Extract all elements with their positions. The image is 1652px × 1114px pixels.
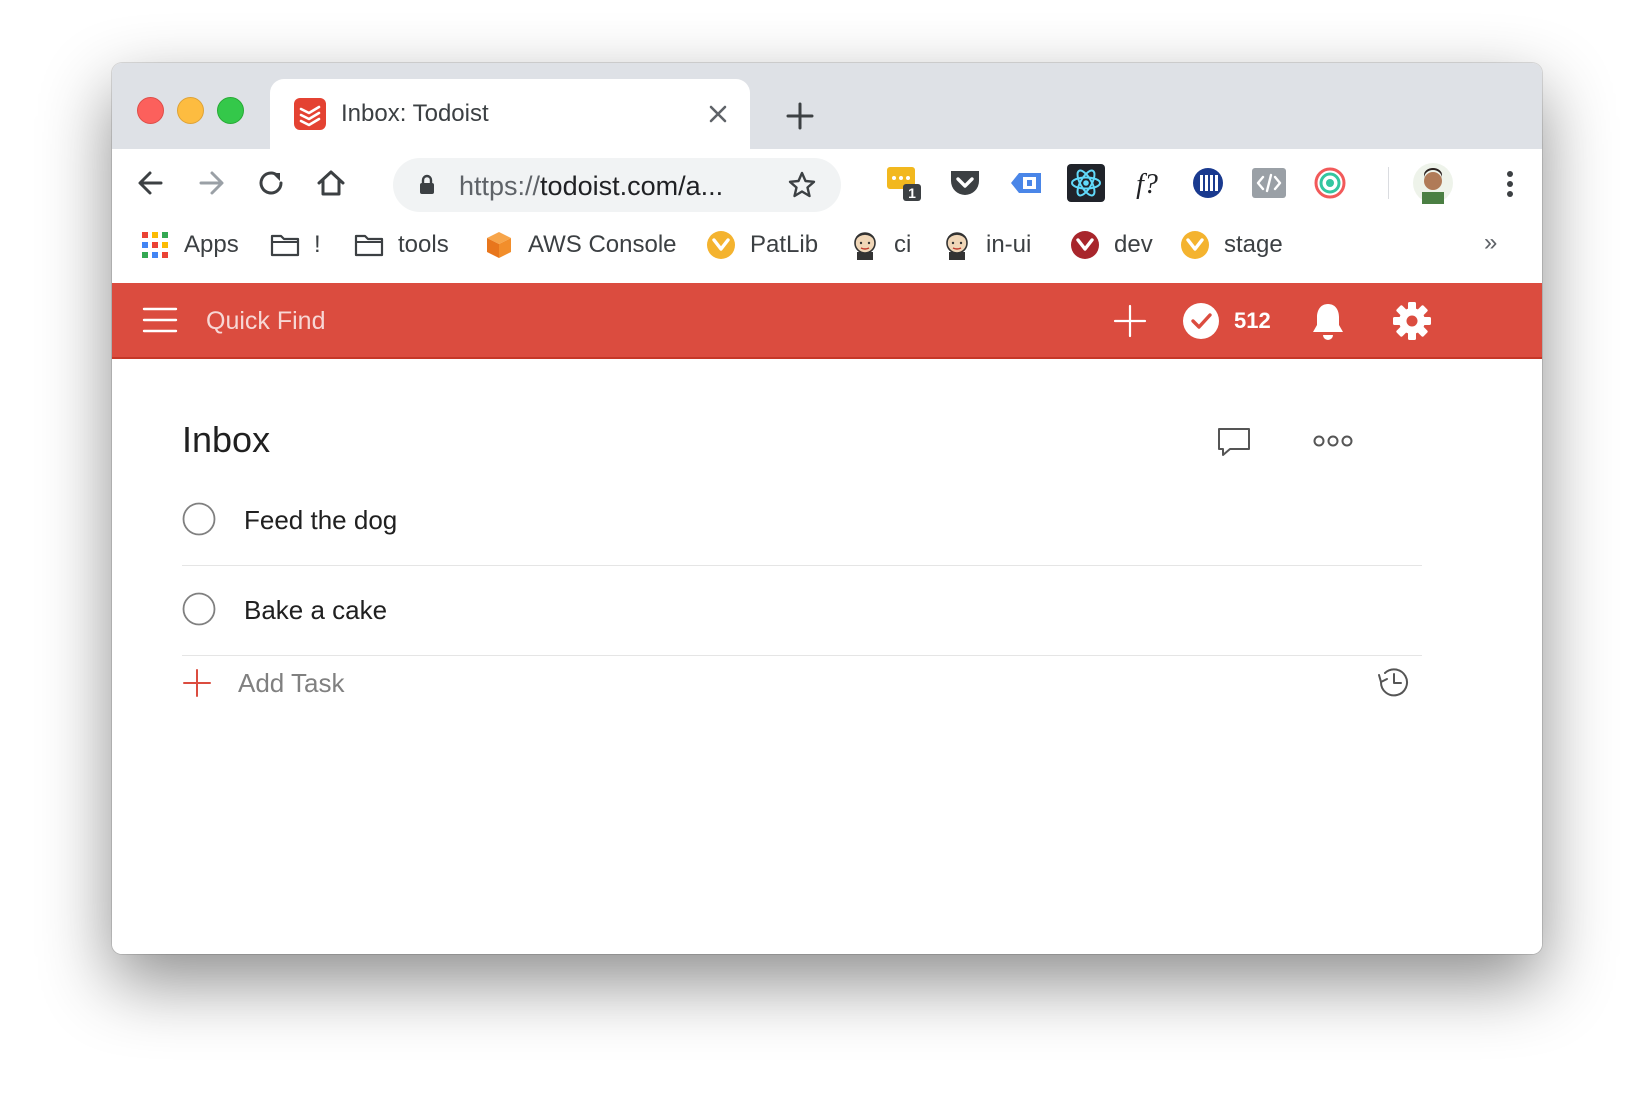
minimize-window-button[interactable] [177, 97, 204, 124]
task-checkbox[interactable] [182, 592, 216, 626]
tab-strip: Inbox: Todoist [112, 63, 1542, 149]
url-text: https://todoist.com/a... [459, 171, 723, 202]
more-actions-icon[interactable] [1312, 429, 1354, 453]
bookmark-folder-tools[interactable]: tools [354, 227, 449, 263]
bookmark-label: Apps [184, 231, 239, 258]
task-checkbox[interactable] [182, 502, 216, 536]
inbox-view: Inbox Feed the dog Bake a cake Add Task [112, 359, 1542, 954]
browser-menu-icon[interactable] [1492, 166, 1528, 202]
stripes-extension-icon[interactable] [1189, 164, 1227, 202]
apps-grid-icon [140, 230, 170, 260]
add-task-plus-icon[interactable] [1112, 303, 1148, 339]
close-window-button[interactable] [137, 97, 164, 124]
app-top-bar: Quick Find 512 [112, 283, 1542, 359]
bookmark-aws-console[interactable]: AWS Console [484, 227, 677, 263]
add-task-button[interactable]: Add Task [182, 663, 344, 703]
menu-hamburger-icon[interactable] [142, 305, 178, 335]
karma-check-icon [1182, 302, 1220, 340]
lock-icon [415, 173, 439, 197]
todoist-logo-icon [294, 98, 326, 130]
quick-find-input[interactable]: Quick Find [206, 307, 325, 336]
bookmark-label: in-ui [986, 231, 1032, 258]
jenkins-icon [942, 230, 972, 260]
target-extension-icon[interactable] [1311, 164, 1349, 202]
bookmark-label: stage [1224, 231, 1283, 258]
red-circle-icon [1070, 230, 1100, 260]
karma-count: 512 [1234, 308, 1271, 333]
bookmark-label: PatLib [750, 231, 819, 258]
back-icon[interactable] [130, 162, 172, 204]
bookmark-folder-bang[interactable]: ! [270, 227, 321, 263]
tab-todoist[interactable]: Inbox: Todoist [270, 79, 750, 149]
new-tab-icon[interactable] [780, 96, 820, 136]
bookmark-ci[interactable]: ci [850, 227, 911, 263]
task-item[interactable]: Bake a cake [182, 565, 1422, 656]
bookmarks-overflow-chevron[interactable]: » [1484, 229, 1497, 257]
bookmark-label: ci [894, 231, 912, 258]
bookmark-label: AWS Console [528, 231, 677, 258]
orange-circle-icon [706, 230, 736, 260]
task-content: Feed the dog [244, 505, 398, 535]
home-icon[interactable] [310, 162, 352, 204]
add-plus-icon [182, 668, 212, 698]
bookmark-label: ! [314, 231, 321, 258]
orange-circle-icon [1180, 230, 1210, 260]
maximize-window-button[interactable] [217, 97, 244, 124]
chat-extension-icon[interactable]: 1 [885, 164, 923, 202]
bookmark-label: tools [398, 231, 449, 258]
fontface-ninja-label: f? [1136, 169, 1158, 200]
page-title: Inbox [182, 419, 271, 460]
bookmark-label: dev [1114, 231, 1153, 258]
task-item[interactable]: Feed the dog [182, 475, 1422, 566]
karma-button[interactable]: 512 [1182, 301, 1271, 341]
extension-badge-count: 1 [908, 185, 916, 201]
url-scheme: https:// [459, 171, 541, 201]
task-content: Bake a cake [244, 595, 388, 625]
comment-icon[interactable] [1216, 425, 1252, 459]
reload-icon[interactable] [250, 162, 292, 204]
profile-avatar[interactable] [1412, 162, 1454, 204]
fontface-ninja-icon[interactable]: f? [1128, 164, 1166, 202]
forward-icon[interactable] [190, 162, 232, 204]
settings-gear-icon[interactable] [1392, 301, 1432, 341]
bookmark-dev[interactable]: dev [1070, 227, 1153, 263]
folder-icon [354, 230, 384, 260]
aws-cube-icon [484, 230, 514, 260]
ext-blue-icon[interactable] [1007, 164, 1045, 202]
browser-window: Inbox: Todoist https://todoist.com/a... … [112, 63, 1542, 954]
tab-title: Inbox: Todoist [341, 100, 489, 127]
folder-icon [270, 230, 300, 260]
address-bar[interactable]: https://todoist.com/a... [393, 158, 841, 212]
pocket-icon[interactable] [946, 164, 984, 202]
bookmark-apps[interactable]: Apps [140, 227, 239, 263]
url-host: todoist.com/a... [540, 171, 724, 201]
history-clock-icon[interactable] [1374, 663, 1412, 701]
bookmarks-bar: Apps ! tools AWS Console PatLib ci in-ui… [112, 217, 1542, 273]
react-devtools-icon[interactable] [1067, 164, 1105, 202]
bookmark-patlib[interactable]: PatLib [706, 227, 818, 263]
notifications-bell-icon[interactable] [1310, 301, 1346, 341]
browser-toolbar: https://todoist.com/a... 1 f? [112, 149, 1542, 217]
bookmark-star-icon[interactable] [786, 169, 818, 201]
close-tab-icon[interactable] [702, 98, 734, 130]
jenkins-icon [850, 230, 880, 260]
toolbar-separator [1388, 167, 1389, 199]
add-task-label: Add Task [238, 667, 345, 698]
bookmark-stage[interactable]: stage [1180, 227, 1283, 263]
view-source-icon[interactable] [1250, 164, 1288, 202]
bookmark-in-ui[interactable]: in-ui [942, 227, 1031, 263]
